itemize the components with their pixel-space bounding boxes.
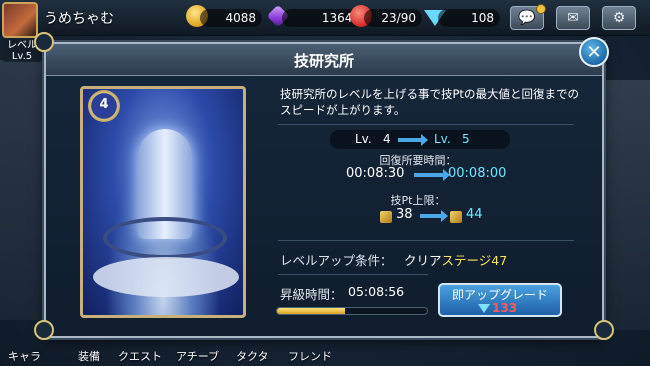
gear-icon: ⚙ bbox=[612, 10, 626, 26]
notification-dot bbox=[536, 4, 546, 14]
player-name: うめちゃむ bbox=[44, 11, 114, 27]
nav-item-equip[interactable]: 装備 bbox=[78, 348, 100, 364]
condition-stage: ステージ47 bbox=[441, 253, 508, 268]
level-from: 4 bbox=[383, 132, 391, 146]
diamond-count: 108 bbox=[438, 9, 500, 27]
nav-item-friend[interactable]: フレンド bbox=[288, 348, 332, 364]
levelup-condition-label: レベルアップ条件： bbox=[280, 253, 393, 268]
frame-corner-ornament bbox=[34, 32, 54, 52]
bottom-navigation: キャラ 装備 クエスト アチーブ タクタ フレンド bbox=[0, 340, 650, 366]
level-to-prefix: Lv. bbox=[434, 132, 451, 146]
mail-icon: ✉ bbox=[567, 10, 579, 26]
tower-ring-illustration bbox=[103, 217, 227, 259]
instant-upgrade-cost: 133 bbox=[492, 301, 518, 315]
skill-pt-icon bbox=[380, 211, 392, 223]
cloud-illustration bbox=[93, 257, 239, 297]
divider bbox=[278, 240, 574, 241]
nav-item-quest[interactable]: クエスト bbox=[118, 348, 162, 364]
instant-upgrade-button[interactable]: 即アップグレード 133 bbox=[438, 283, 562, 317]
player-avatar[interactable] bbox=[2, 2, 38, 38]
arrow-right-icon bbox=[414, 169, 450, 181]
card-level-number: 4 bbox=[99, 97, 109, 112]
nav-item-chara[interactable]: キャラ bbox=[8, 348, 41, 364]
upgrade-progress-bar bbox=[276, 307, 428, 315]
skill-pt-max-label: 技Pt上限： bbox=[390, 194, 446, 207]
settings-button[interactable]: ⚙ bbox=[602, 6, 636, 30]
recovery-time-from: 00:08:30 bbox=[346, 166, 405, 181]
diamond-icon bbox=[478, 304, 490, 313]
modal-titlebar: 技研究所 bbox=[46, 44, 602, 76]
skill-pt-from: 38 bbox=[396, 207, 413, 222]
divider bbox=[278, 274, 428, 275]
mail-button[interactable]: ✉ bbox=[556, 6, 590, 30]
levelup-condition-value: クリアステージ47 bbox=[404, 250, 507, 269]
close-icon: ✕ bbox=[586, 42, 602, 63]
upgrade-progress-fill bbox=[277, 308, 345, 314]
card-level-badge: 4 bbox=[88, 90, 120, 122]
upgrade-time-label: 昇級時間： bbox=[280, 287, 343, 302]
divider bbox=[278, 124, 574, 125]
condition-prefix: クリア bbox=[404, 253, 442, 268]
modal-title: 技研究所 bbox=[293, 52, 354, 70]
frame-corner-ornament bbox=[34, 320, 54, 340]
arrow-right-icon bbox=[398, 134, 428, 146]
stamina-count: 23/90 bbox=[364, 9, 422, 27]
skill-pt-icon bbox=[450, 211, 462, 223]
upgrade-time-value: 05:08:56 bbox=[348, 284, 405, 299]
nav-item-takuta[interactable]: タクタ bbox=[236, 348, 269, 364]
level-to: 5 bbox=[462, 132, 470, 146]
recovery-time-to: 00:08:00 bbox=[448, 166, 507, 181]
level-from-prefix: Lv. bbox=[355, 132, 372, 146]
facility-description: 技研究所のレベルを上げる事で技Ptの最大値と回復までのスピードが上がります。 bbox=[280, 87, 579, 117]
nav-item-achieve[interactable]: アチーブ bbox=[176, 348, 219, 364]
close-button[interactable]: ✕ bbox=[579, 37, 609, 67]
frame-corner-ornament bbox=[594, 320, 614, 340]
chat-button[interactable]: 💬 bbox=[510, 4, 546, 30]
top-status-bar: うめちゃむ 4088 13646 23/90 108 💬 ✉ ⚙ bbox=[0, 0, 650, 38]
arrow-right-icon bbox=[420, 210, 448, 222]
skill-pt-to: 44 bbox=[466, 207, 483, 222]
gold-count: 4088 bbox=[200, 9, 262, 27]
